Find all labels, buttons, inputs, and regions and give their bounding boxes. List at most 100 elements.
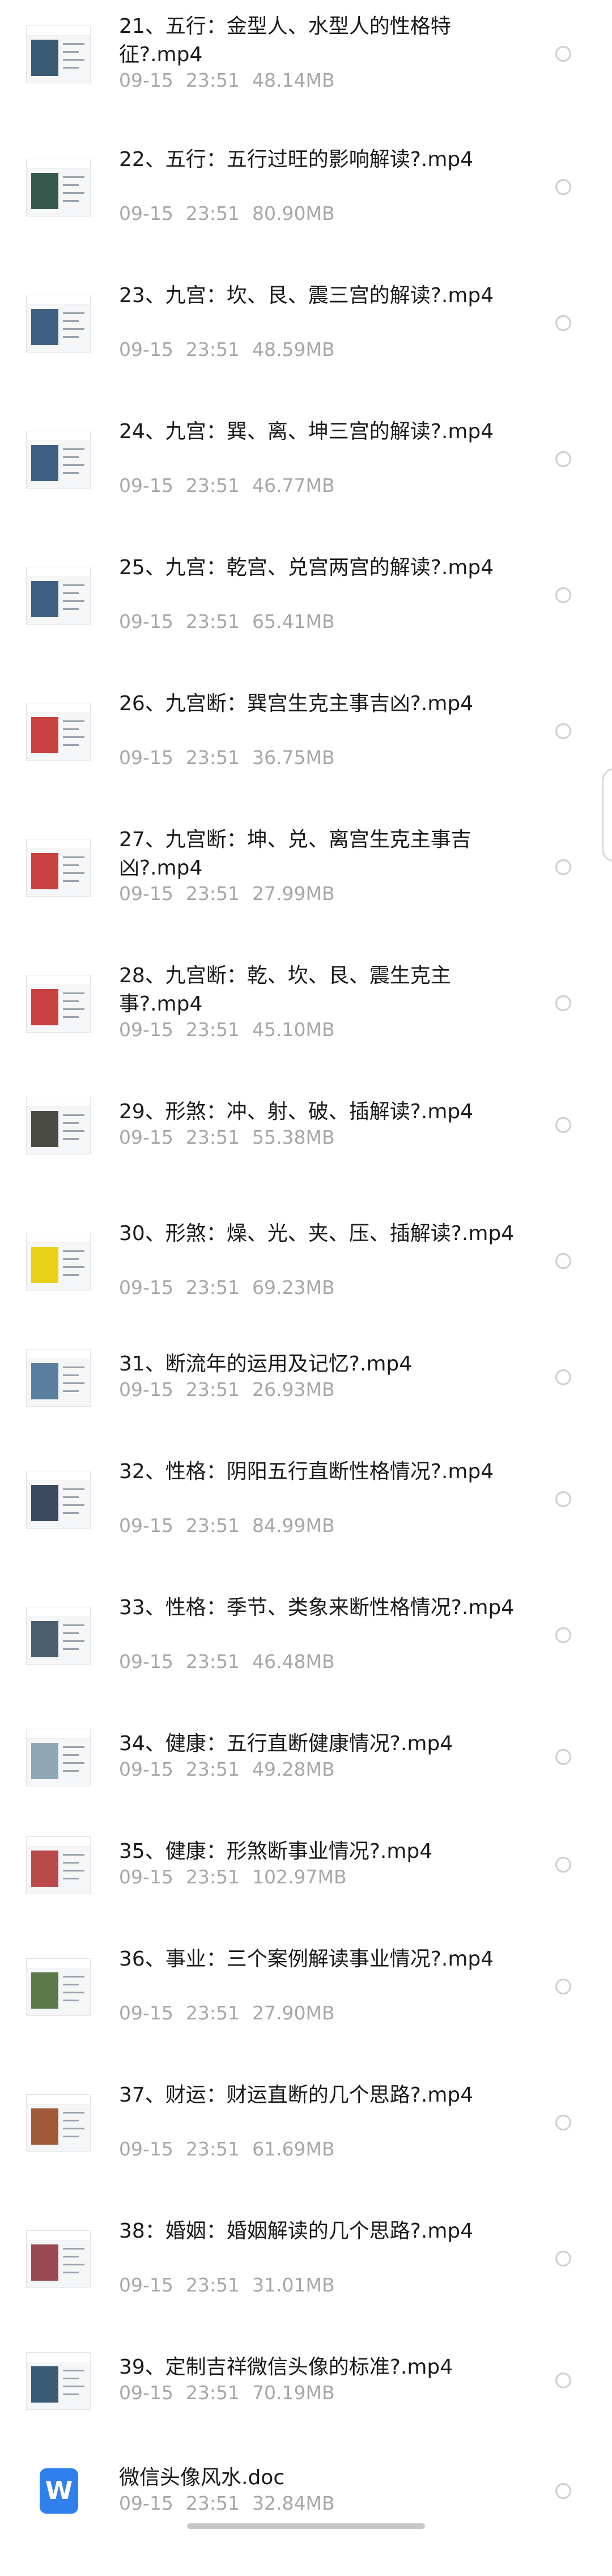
file-row[interactable]: 28、九宫断：乾、坎、艮、震生克主事?.mp4 09-15 23:51 45.10MB xyxy=(0,949,612,1074)
file-date: 09-15 xyxy=(119,2274,173,2296)
select-radio[interactable] xyxy=(555,179,571,195)
video-thumbnail xyxy=(26,2094,91,2152)
file-name: 21、五行：金型人、水型人的性格特征?.mp4 xyxy=(119,15,451,66)
file-name: 23、九宫：坎、艮、震三宫的解读?.mp4 xyxy=(119,284,494,307)
file-row[interactable]: 32、性格：阴阳五行直断性格情况?.mp4 09-15 23:51 84.99MB xyxy=(0,1445,612,1570)
right-edge-handle[interactable] xyxy=(602,768,612,862)
video-thumbnail xyxy=(26,703,91,761)
select-radio[interactable] xyxy=(555,315,571,331)
video-thumbnail xyxy=(26,2230,91,2288)
select-radio[interactable] xyxy=(555,587,571,603)
file-name: 26、九宫断：巽宫生克主事吉凶?.mp4 xyxy=(119,692,474,715)
file-time: 23:51 xyxy=(185,1866,240,1888)
file-time: 23:51 xyxy=(185,882,240,905)
file-time: 23:51 xyxy=(185,2492,240,2514)
select-radio[interactable] xyxy=(555,995,571,1011)
file-size: 27.99MB xyxy=(252,882,335,905)
file-size: 36.75MB xyxy=(252,746,335,769)
file-date: 09-15 xyxy=(119,746,173,769)
select-radio[interactable] xyxy=(555,46,571,62)
video-thumbnail xyxy=(26,431,91,489)
select-radio[interactable] xyxy=(555,2251,571,2267)
file-meta: 09-15 23:51 49.28MB xyxy=(119,1758,347,1781)
file-time: 23:51 xyxy=(185,2138,240,2160)
select-radio[interactable] xyxy=(555,723,571,739)
file-date: 09-15 xyxy=(119,882,173,905)
video-thumbnail xyxy=(26,975,91,1033)
select-radio[interactable] xyxy=(555,1979,571,1994)
select-radio[interactable] xyxy=(555,1749,571,1765)
file-row[interactable]: 27、九宫断：坤、兑、离宫生克主事吉凶?.mp4 09-15 23:51 27.99M… xyxy=(0,813,612,938)
file-time: 23:51 xyxy=(185,746,240,769)
file-row[interactable]: 25、九宫：乾宫、兑宫两宫的解读?.mp4 09-15 23:51 65.41MB xyxy=(0,541,612,666)
select-radio[interactable] xyxy=(555,451,571,467)
file-row[interactable]: 35、健康：形煞断事业情况?.mp4 09-15 23:51 102.97MB xyxy=(0,1825,612,1950)
file-name: 24、九宫：巽、离、坤三宫的解读?.mp4 xyxy=(119,420,494,443)
file-size: 80.90MB xyxy=(252,202,335,224)
file-size: 102.97MB xyxy=(252,1866,347,1888)
file-size: 65.41MB xyxy=(252,610,335,633)
file-row[interactable]: 34、健康：五行直断健康情况?.mp4 09-15 23:51 49.28MB xyxy=(0,1717,612,1842)
file-row[interactable]: 36、事业：三个案例解读事业情况?.mp4 09-15 23:51 27.90MB xyxy=(0,1933,612,2057)
file-meta: 09-15 23:51 48.59MB xyxy=(119,338,347,361)
file-meta: 09-15 23:51 61.69MB xyxy=(119,2138,347,2161)
select-radio[interactable] xyxy=(555,1369,571,1385)
file-meta: 09-15 23:51 46.48MB xyxy=(119,1650,347,1673)
file-size: 49.28MB xyxy=(252,1758,335,1780)
file-date: 09-15 xyxy=(119,1650,173,1673)
file-time: 23:51 xyxy=(185,1758,240,1780)
file-row[interactable]: W 微信头像风水.doc 09-15 23:51 32.84MB xyxy=(0,2451,612,2576)
file-time: 23:51 xyxy=(185,1650,240,1673)
file-name: 38：婚姻：婚姻解读的几个思路?.mp4 xyxy=(119,2219,474,2243)
file-size: 32.84MB xyxy=(252,2492,335,2514)
file-time: 23:51 xyxy=(185,1378,240,1401)
file-row[interactable]: 38：婚姻：婚姻解读的几个思路?.mp4 09-15 23:51 31.01MB xyxy=(0,2205,612,2329)
select-radio[interactable] xyxy=(555,1857,571,1873)
select-radio[interactable] xyxy=(555,2483,571,2499)
file-meta: 09-15 23:51 46.77MB xyxy=(119,474,347,497)
file-meta: 09-15 23:51 31.01MB xyxy=(119,2274,347,2297)
file-row[interactable]: 30、形煞：燥、光、夹、压、插解读?.mp4 09-15 23:51 69.23MB xyxy=(0,1207,612,1332)
file-meta: 09-15 23:51 32.84MB xyxy=(119,2492,347,2515)
file-row[interactable]: 37、财运：财运直断的几个思路?.mp4 09-15 23:51 61.69MB xyxy=(0,2069,612,2193)
video-thumbnail xyxy=(26,1349,91,1407)
file-row[interactable]: 29、形煞：冲、射、破、插解读?.mp4 09-15 23:51 55.38MB xyxy=(0,1085,612,1210)
file-time: 23:51 xyxy=(185,2382,240,2404)
select-radio[interactable] xyxy=(555,2373,571,2388)
file-name: 微信头像风水.doc xyxy=(119,2466,285,2489)
select-radio[interactable] xyxy=(555,1491,571,1507)
file-name: 27、九宫断：坤、兑、离宫生克主事吉凶?.mp4 xyxy=(119,828,471,880)
file-row[interactable]: 31、断流年的运用及记忆?.mp4 09-15 23:51 26.93MB xyxy=(0,1338,612,1462)
file-row[interactable]: 21、五行：金型人、水型人的性格特征?.mp4 09-15 23:51 48.14MB xyxy=(0,0,612,125)
file-row[interactable]: 23、九宫：坎、艮、震三宫的解读?.mp4 09-15 23:51 48.59MB xyxy=(0,269,612,394)
file-size: 48.59MB xyxy=(252,338,335,360)
video-thumbnail xyxy=(26,1836,91,1894)
file-row[interactable]: 24、九宫：巽、离、坤三宫的解读?.mp4 09-15 23:51 46.77MB xyxy=(0,405,612,530)
select-radio[interactable] xyxy=(555,859,571,875)
file-time: 23:51 xyxy=(185,474,240,496)
file-time: 23:51 xyxy=(185,338,240,360)
select-radio[interactable] xyxy=(555,1253,571,1269)
file-row[interactable]: 22、五行：五行过旺的影响解读?.mp4 09-15 23:51 80.90MB xyxy=(0,133,612,258)
file-size: 31.01MB xyxy=(252,2274,335,2296)
file-name: 37、财运：财运直断的几个思路?.mp4 xyxy=(119,2083,474,2107)
file-time: 23:51 xyxy=(185,69,240,91)
file-date: 09-15 xyxy=(119,2382,173,2404)
file-time: 23:51 xyxy=(185,1514,240,1537)
file-meta: 09-15 23:51 26.93MB xyxy=(119,1378,347,1401)
select-radio[interactable] xyxy=(555,1627,571,1643)
video-thumbnail xyxy=(26,1471,91,1529)
file-date: 09-15 xyxy=(119,1126,173,1148)
select-radio[interactable] xyxy=(555,2115,571,2131)
file-meta: 09-15 23:51 45.10MB xyxy=(119,1018,347,1041)
file-time: 23:51 xyxy=(185,1276,240,1298)
file-name: 30、形煞：燥、光、夹、压、插解读?.mp4 xyxy=(119,1222,515,1245)
file-row[interactable]: 33、性格：季节、类象来断性格情况?.mp4 09-15 23:51 46.48MB xyxy=(0,1581,612,1706)
select-radio[interactable] xyxy=(555,1117,571,1133)
file-row[interactable]: 26、九宫断：巽宫生克主事吉凶?.mp4 09-15 23:51 36.75MB xyxy=(0,677,612,802)
video-thumbnail xyxy=(26,295,91,353)
file-date: 09-15 xyxy=(119,1514,173,1537)
file-row[interactable]: 39、定制吉祥微信头像的标准?.mp4 09-15 23:51 70.19MB xyxy=(0,2341,612,2465)
file-size: 26.93MB xyxy=(252,1378,335,1401)
file-time: 23:51 xyxy=(185,1126,240,1148)
